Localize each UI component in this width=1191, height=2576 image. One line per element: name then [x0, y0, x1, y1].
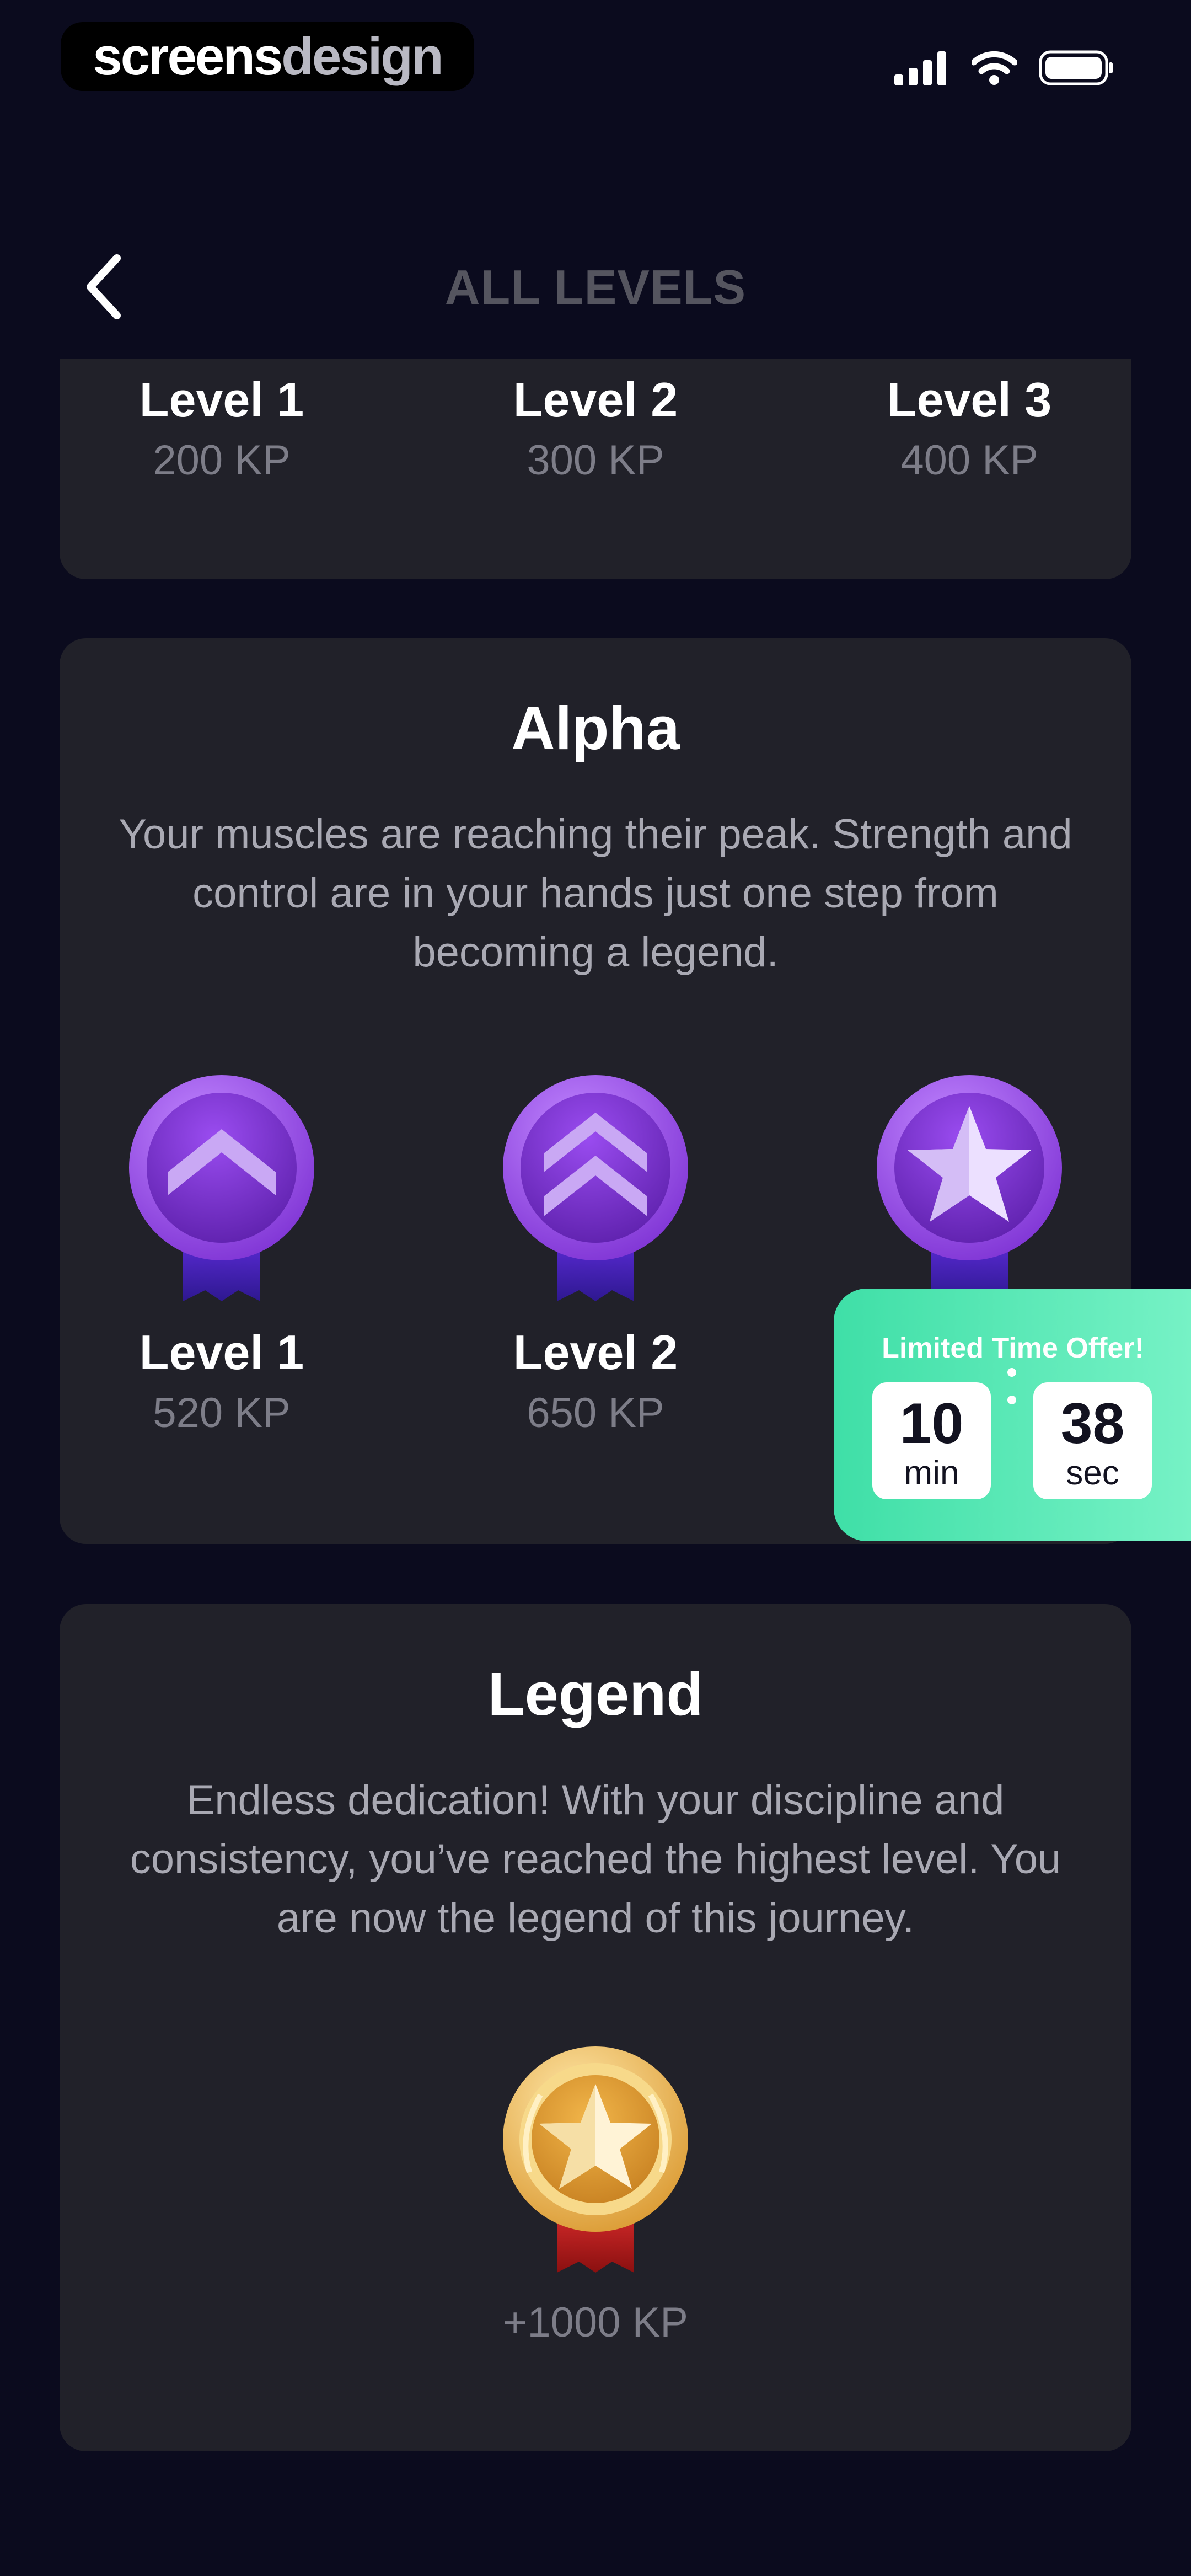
brand-watermark: screens design [61, 22, 474, 91]
level-kp: 650 KP [527, 1389, 664, 1436]
level-item[interactable]: Level 2 650 KP [452, 1322, 739, 1444]
minutes-label: min [904, 1454, 959, 1492]
chevron-up-medal-icon [129, 1075, 314, 1301]
level-kp: 200 KP [153, 437, 291, 484]
level-name: Level 1 [139, 372, 304, 427]
seconds-value: 38 [1060, 1392, 1125, 1456]
level-kp: 300 KP [527, 437, 664, 484]
signal-icon [894, 51, 946, 85]
seconds-box: 38 sec [1033, 1382, 1152, 1499]
timer-separator [1006, 1368, 1017, 1423]
tier-title: Legend [487, 1660, 704, 1728]
level-kp: 400 KP [900, 437, 1038, 484]
level-item[interactable]: Level 1 200 KP [78, 370, 365, 491]
offer-title: Limited Time Offer! [882, 1332, 1144, 1364]
level-kp: 520 KP [153, 1389, 291, 1436]
seconds-label: sec [1066, 1454, 1119, 1492]
reward-kp: +1000 KP [503, 2299, 688, 2346]
minutes-box: 10 min [872, 1382, 991, 1499]
battery-icon [1039, 50, 1113, 85]
tier-description: Endless dedication! With your discipline… [130, 1777, 1061, 1942]
previous-tier-card: Level 1 200 KP Level 2 300 KP Level 3 40… [60, 359, 1131, 579]
level-name: Level 2 [513, 1325, 678, 1380]
page-title: ALL LEVELS [444, 260, 747, 314]
wifi-icon [972, 51, 1017, 85]
level-name: Level 1 [139, 1325, 304, 1380]
star-medal-icon [877, 1075, 1062, 1301]
legend-tier-card: Legend Endless dedication! With your dis… [60, 1604, 1131, 2451]
level-name: Level 3 [887, 372, 1052, 427]
minutes-value: 10 [899, 1392, 964, 1456]
brand-text-design: design [281, 26, 443, 86]
level-item[interactable]: Level 3 400 KP [826, 370, 1113, 491]
brand-text-screens: screens [93, 26, 283, 86]
level-item[interactable]: Level 1 520 KP [78, 1322, 365, 1444]
double-chevron-medal-icon [503, 1075, 688, 1301]
level-item[interactable]: Level 2 300 KP [452, 370, 739, 491]
tier-title: Alpha [511, 694, 680, 762]
status-icons [894, 49, 1114, 87]
level-name: Level 2 [513, 372, 678, 427]
gold-laurel-star-medal-icon [503, 2046, 688, 2273]
tier-description: Your muscles are reaching their peak. St… [119, 811, 1072, 976]
all-levels-screen: screens design ALL LEVELS Level 1 200 KP… [0, 0, 1191, 2576]
